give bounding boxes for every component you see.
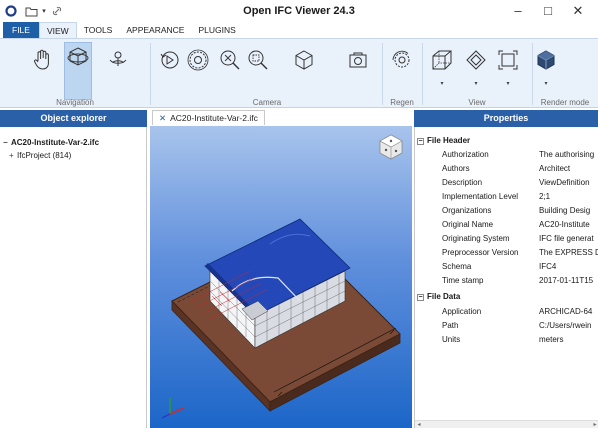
property-row[interactable]: Authors Architect — [415, 164, 598, 178]
tab-file[interactable]: FILE — [3, 22, 39, 38]
group-separator — [422, 43, 423, 105]
category-file-header[interactable]: − File Header — [417, 136, 470, 145]
rotate-view-button[interactable] — [156, 45, 184, 75]
group-label-render-mode: Render mode — [540, 98, 590, 107]
view-settings-button[interactable] — [184, 45, 212, 75]
tree-root-item[interactable]: − AC20-Institute-Var-2.ifc — [3, 138, 99, 147]
document-tab[interactable]: ✕ AC20-Institute-Var-2.ifc — [152, 110, 265, 125]
collapse-icon[interactable]: − — [417, 294, 424, 301]
property-row[interactable]: Units meters — [415, 335, 598, 349]
collapse-icon[interactable]: − — [3, 138, 11, 147]
render-mode-icon — [537, 50, 555, 70]
property-row[interactable]: Organizations Building Desig — [415, 206, 598, 220]
perspective-button[interactable] — [428, 45, 456, 75]
tab-appearance[interactable]: APPEARANCE — [119, 22, 191, 38]
axis-gizmo-icon — [158, 394, 188, 422]
close-button[interactable]: ✕ — [566, 3, 590, 19]
property-row[interactable]: Time stamp 2017-01-11T15 — [415, 276, 598, 290]
perspective-dropdown-icon[interactable]: ▾ — [437, 80, 447, 87]
3d-viewport[interactable] — [150, 126, 412, 428]
pan-button[interactable] — [28, 45, 56, 75]
group-label-navigation: Navigation — [56, 98, 94, 107]
walk-icon — [109, 51, 127, 66]
ribbon: Navigation Camera Regen ▾ ▾ ▾ View ▾ Ren… — [0, 38, 598, 108]
property-row[interactable]: Schema IFC4 — [415, 262, 598, 276]
properties-header: Properties — [414, 110, 598, 127]
group-label-camera: Camera — [252, 98, 282, 107]
object-explorer-panel: − AC20-Institute-Var-2.ifc + IfcProject (8… — [0, 127, 147, 428]
orbit-icon — [67, 47, 89, 66]
zoom-extents-button[interactable] — [216, 45, 244, 75]
model-render — [171, 218, 401, 412]
frame-icon — [498, 50, 518, 70]
scroll-left-icon[interactable]: ◂ — [415, 421, 423, 428]
perspective-cube-icon — [432, 50, 452, 70]
tab-view[interactable]: VIEW — [38, 22, 77, 38]
orbit-button[interactable] — [64, 42, 92, 100]
pan-hand-icon — [34, 49, 49, 70]
property-row[interactable]: Originating System IFC file generat — [415, 234, 598, 248]
collapse-icon[interactable]: − — [417, 138, 424, 145]
property-row[interactable]: Application ARCHICAD-64 — [415, 307, 598, 321]
horizontal-scrollbar[interactable]: ◂ ▸ — [415, 420, 598, 428]
scroll-right-icon[interactable]: ▸ — [591, 421, 598, 428]
regen-icon — [392, 50, 410, 68]
render-mode-button[interactable] — [532, 45, 560, 75]
property-row[interactable]: Description ViewDefinition — [415, 178, 598, 192]
minimize-button[interactable]: – — [506, 3, 530, 19]
walk-button[interactable] — [104, 45, 132, 75]
ribbon-tabs: FILE VIEW TOOLS APPEARANCE PLUGINS — [0, 22, 598, 38]
tree-root-label: AC20-Institute-Var-2.ifc — [11, 138, 100, 147]
expand-icon[interactable]: + — [9, 151, 17, 160]
tab-tools[interactable]: TOOLS — [77, 22, 120, 38]
property-row[interactable]: Path C:/Users/rwein — [415, 321, 598, 335]
frame-view-button[interactable] — [494, 45, 522, 75]
tab-plugins[interactable]: PLUGINS — [191, 22, 242, 38]
group-label-view: View — [468, 98, 486, 107]
close-tab-icon[interactable]: ✕ — [159, 113, 166, 123]
maximize-button[interactable]: □ — [536, 3, 560, 19]
property-row[interactable]: Implementation Level 2;1 — [415, 192, 598, 206]
settings-view-icon — [187, 49, 209, 71]
document-tab-label: AC20-Institute-Var-2.ifc — [170, 113, 258, 123]
render-mode-dropdown-icon[interactable]: ▾ — [541, 80, 551, 87]
view-cube-icon[interactable] — [378, 133, 404, 161]
diamond-dropdown-icon[interactable]: ▾ — [471, 80, 481, 87]
property-row[interactable]: Authorization The authorising — [415, 150, 598, 164]
rotate-left-icon — [160, 51, 179, 69]
property-row[interactable]: Preprocessor Version The EXPRESS D — [415, 248, 598, 262]
diamond-view-icon — [466, 50, 486, 70]
title-bar: ▾ Open IFC Viewer 24.3 – □ ✕ — [0, 0, 598, 22]
group-label-regen: Regen — [390, 98, 414, 107]
group-separator — [150, 43, 151, 105]
zoom-extents-icon — [220, 50, 240, 70]
diamond-view-button[interactable] — [462, 45, 490, 75]
camera-button[interactable] — [344, 45, 372, 75]
regen-button[interactable] — [388, 45, 416, 75]
tree-child-label: IfcProject (814) — [17, 151, 72, 160]
category-file-data[interactable]: − File Data — [417, 292, 460, 301]
cube-icon — [295, 50, 313, 70]
group-separator — [382, 43, 383, 105]
property-row[interactable]: Original Name AC20-Institute — [415, 220, 598, 234]
properties-panel: − File Header Authorization The authorisin… — [414, 127, 598, 428]
cube-view-button[interactable] — [290, 45, 318, 75]
object-explorer-header: Object explorer — [0, 110, 147, 127]
tree-child-item[interactable]: + IfcProject (814) — [9, 151, 71, 160]
zoom-window-button[interactable] — [244, 45, 272, 75]
camera-icon — [349, 52, 367, 68]
zoom-window-icon — [248, 50, 268, 70]
frame-dropdown-icon[interactable]: ▾ — [503, 80, 513, 87]
